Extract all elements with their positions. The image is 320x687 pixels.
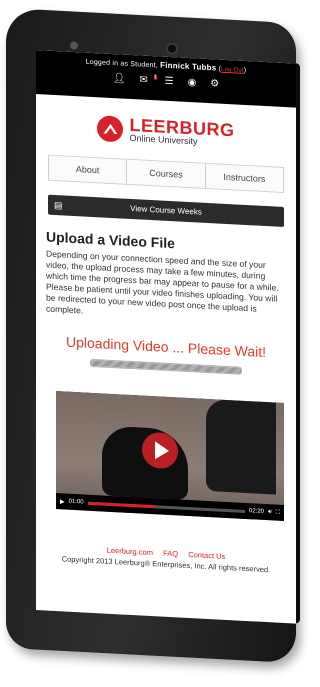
logo-mark-icon bbox=[97, 115, 124, 143]
footer-link-contact[interactable]: Contact Us bbox=[188, 550, 225, 561]
logout-link[interactable]: Log Out bbox=[221, 67, 244, 74]
logo[interactable]: LEERBURG Online University bbox=[36, 112, 296, 152]
phone-sensor bbox=[70, 41, 78, 50]
footer: Leerburg.com FAQ Contact Us Copyright 20… bbox=[36, 542, 296, 576]
user-name: Finnick Tubbs bbox=[160, 60, 217, 73]
nav-item-instructors[interactable]: Instructors bbox=[205, 163, 283, 192]
play-small-icon[interactable]: ▶ bbox=[60, 498, 65, 505]
video-current-time: 01:00 bbox=[68, 498, 84, 506]
fullscreen-icon[interactable]: ⛶ bbox=[276, 509, 280, 516]
upload-description: Depending on your connection speed and t… bbox=[46, 248, 279, 316]
video-player[interactable]: ▶ 01:00 02:20 🔊︎ ⛶ bbox=[56, 391, 284, 521]
logged-in-prefix: Logged in as Student, bbox=[85, 58, 158, 70]
video-seek-bar[interactable] bbox=[87, 501, 245, 513]
video-seek-fill bbox=[87, 501, 156, 508]
phone-screen: Logged in as Student, Finnick Tubbs (Log… bbox=[36, 50, 296, 624]
volume-icon[interactable]: 🔊︎ bbox=[268, 509, 272, 516]
nav-item-about[interactable]: About bbox=[49, 155, 128, 184]
phone-camera bbox=[166, 42, 178, 56]
view-course-weeks-button[interactable]: ▤ View Course Weeks bbox=[48, 194, 284, 227]
gear-icon[interactable]: ⚙︎ bbox=[210, 78, 219, 89]
upload-progress-bar bbox=[90, 358, 242, 375]
user-icon[interactable]: 👤︎ bbox=[113, 73, 126, 85]
video-duration: 02:20 bbox=[249, 508, 265, 515]
mail-icon[interactable]: ✉︎ 1 bbox=[139, 74, 157, 86]
main-nav: About Courses Instructors bbox=[48, 154, 284, 193]
footer-link-faq[interactable]: FAQ bbox=[163, 549, 178, 559]
video-person-shape bbox=[206, 398, 276, 495]
eye-icon[interactable]: ◉ bbox=[188, 77, 197, 88]
nav-item-courses[interactable]: Courses bbox=[127, 159, 206, 188]
view-course-weeks-label: View Course Weeks bbox=[130, 203, 202, 217]
uploading-status: Uploading Video ... Please Wait! bbox=[65, 333, 266, 361]
notification-badge: 1 bbox=[153, 74, 157, 81]
menu-icon: ▤ bbox=[54, 199, 63, 211]
list-icon[interactable]: ☰ bbox=[165, 76, 174, 87]
upload-progress-fill bbox=[91, 359, 241, 374]
footer-link-leerburg[interactable]: Leerburg.com bbox=[107, 546, 153, 557]
